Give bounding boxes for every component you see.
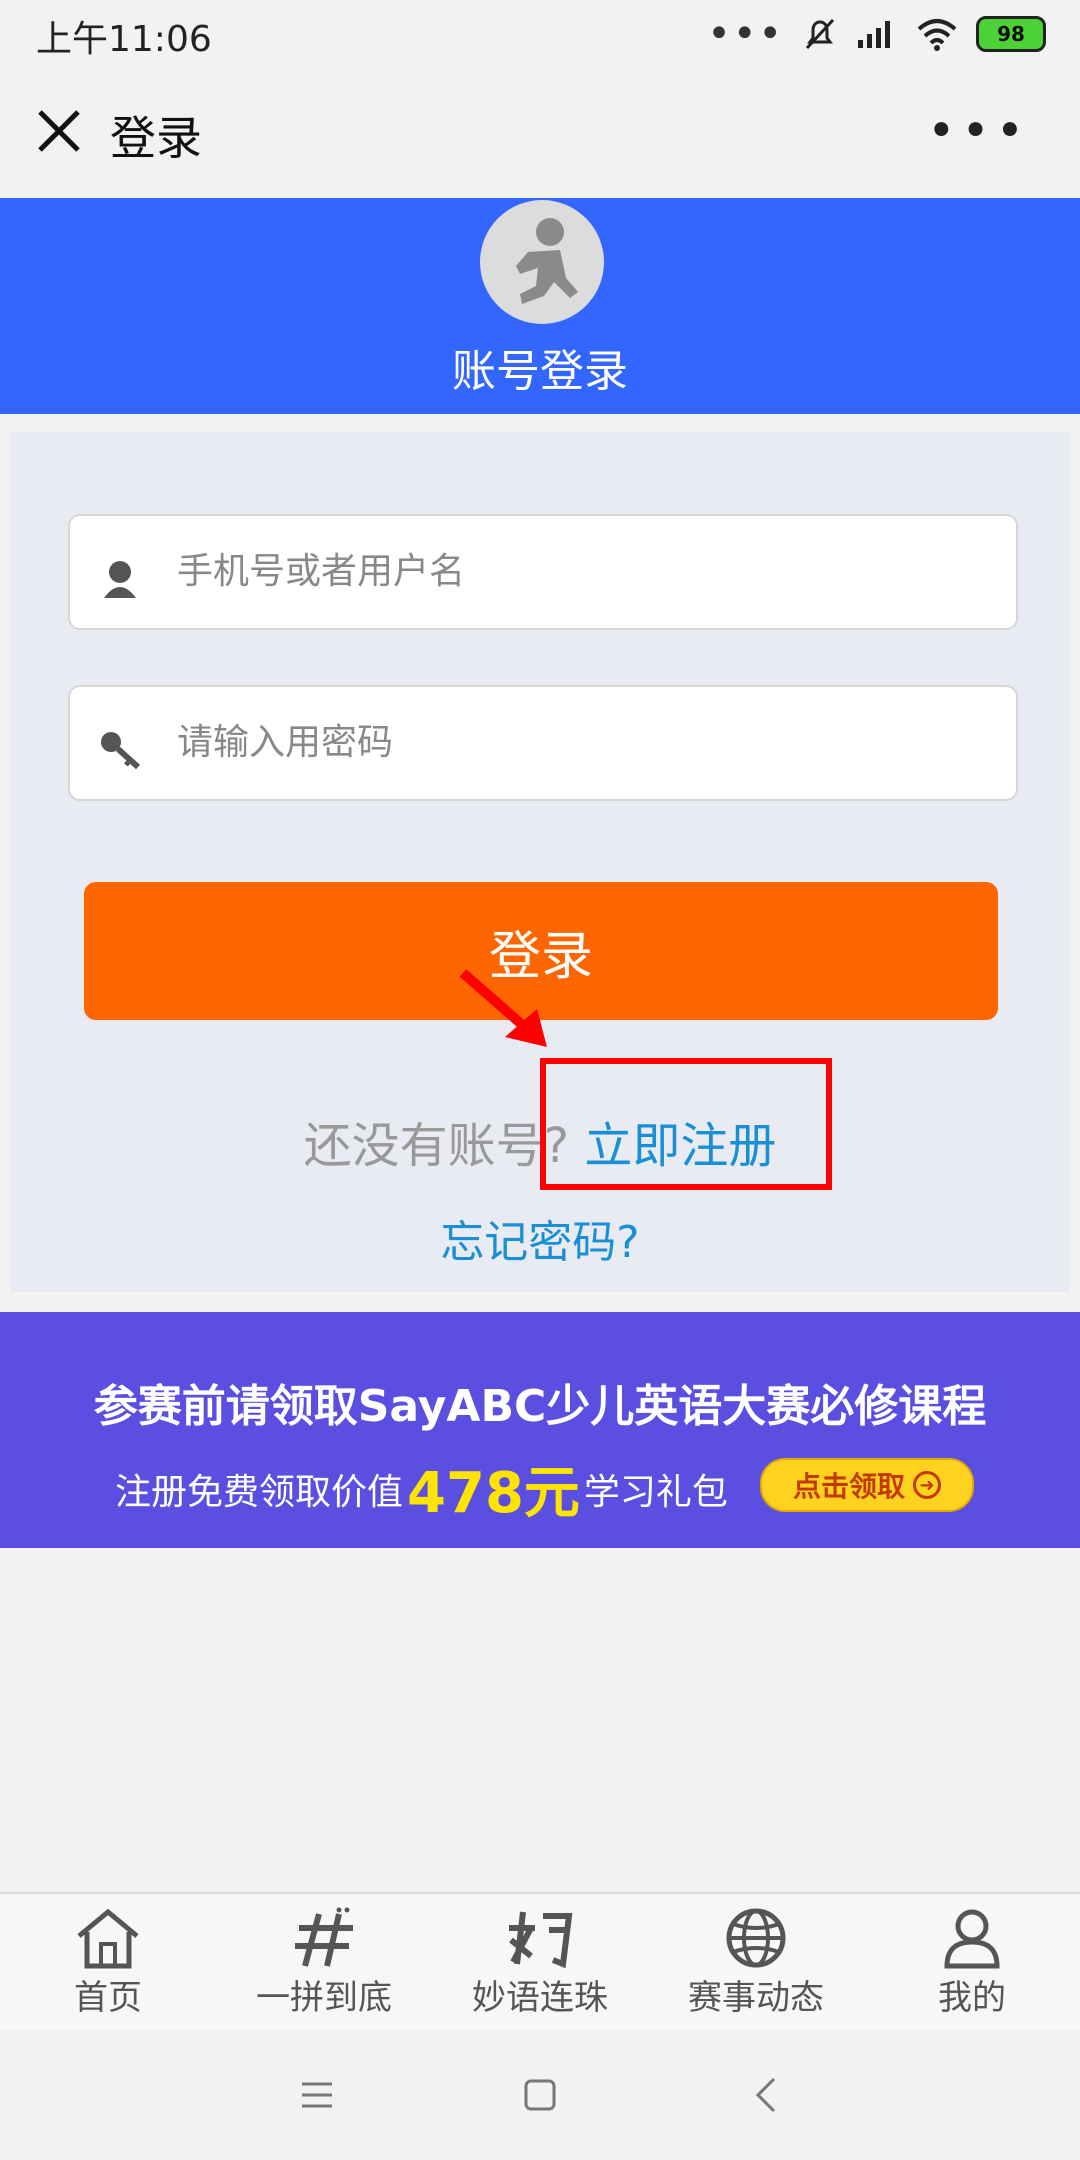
notification-dots-icon: ••• xyxy=(707,11,784,57)
user-icon xyxy=(104,561,136,598)
tab-mine[interactable]: 我的 xyxy=(864,1900,1080,2026)
highlight-box xyxy=(540,1058,832,1190)
tab-label: 我的 xyxy=(938,1978,1006,2018)
avatar xyxy=(480,200,604,324)
mute-icon xyxy=(805,18,835,50)
claim-label: 点击领取 xyxy=(792,1470,905,1503)
system-nav-bar xyxy=(0,2030,1080,2160)
back-icon[interactable] xyxy=(752,2076,780,2114)
tab-home[interactable]: 首页 xyxy=(0,1900,216,2026)
key-icon xyxy=(101,732,141,770)
tab-label: 赛事动态 xyxy=(688,1978,824,2018)
status-time: 上午11:06 xyxy=(36,19,212,60)
banner-prefix: 注册免费领取价值 xyxy=(115,1471,404,1513)
tab-miao[interactable]: 妙语连珠 xyxy=(432,1900,648,2026)
tab-label: 首页 xyxy=(74,1978,142,2018)
miao-icon xyxy=(509,1911,573,1969)
no-account-text: 还没有账号? xyxy=(303,1118,570,1174)
password-field[interactable] xyxy=(68,685,1018,801)
pin-icon xyxy=(295,1907,353,1967)
tab-events[interactable]: 赛事动态 xyxy=(648,1900,864,2026)
header-title: 账号登录 xyxy=(452,346,628,397)
profile-icon xyxy=(944,1909,1000,1969)
banner-amount: 478元 xyxy=(407,1461,580,1526)
banner-suffix: 学习礼包 xyxy=(583,1471,728,1513)
status-icons: ••• 98 xyxy=(707,14,1046,54)
signal-icon xyxy=(858,21,890,48)
tab-label: 妙语连珠 xyxy=(472,1978,608,2018)
banner-headline: 参赛前请领取SayABC少儿英语大赛必修课程 xyxy=(93,1381,987,1432)
battery-level: 98 xyxy=(997,22,1025,46)
highlight-arrow-icon xyxy=(459,969,547,1047)
home-icon xyxy=(77,1908,139,1969)
tab-label: 一拼到底 xyxy=(256,1978,392,2018)
username-input[interactable] xyxy=(175,516,999,626)
battery-indicator: 98 xyxy=(976,16,1046,52)
claim-button[interactable]: 点击领取 ➜ xyxy=(760,1458,974,1512)
password-input[interactable] xyxy=(175,687,999,797)
running-person-icon xyxy=(516,218,578,304)
tab-pin[interactable]: 一拼到底 xyxy=(216,1900,432,2026)
forgot-password-link[interactable]: 忘记密码? xyxy=(0,1206,1080,1270)
globe-icon xyxy=(726,1908,786,1968)
top-nav-bar: 登录 ••• xyxy=(0,68,1080,199)
more-options-icon[interactable]: ••• xyxy=(927,107,1030,155)
page-title: 登录 xyxy=(110,111,202,165)
username-field[interactable] xyxy=(68,514,1018,630)
wifi-icon xyxy=(917,19,957,51)
home-square-icon[interactable] xyxy=(523,2078,557,2112)
banner-subline: 注册免费领取价值 478元 学习礼包 xyxy=(115,1448,728,1529)
close-icon[interactable] xyxy=(34,106,84,156)
menu-icon[interactable] xyxy=(300,2078,334,2112)
arrow-right-icon: ➜ xyxy=(913,1471,941,1499)
